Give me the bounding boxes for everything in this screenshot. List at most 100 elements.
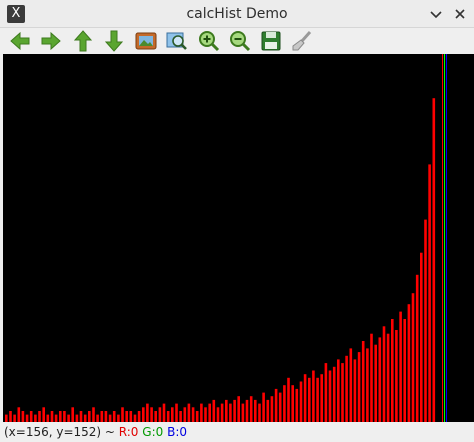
histogram-bar — [83, 414, 87, 422]
histogram-bar — [150, 407, 153, 422]
histogram-bar — [21, 411, 25, 422]
arrow-up-icon — [73, 30, 93, 52]
histogram-bar — [407, 304, 411, 422]
histogram-bar — [5, 414, 8, 422]
histogram-bar — [249, 396, 253, 422]
histogram-bar — [278, 392, 282, 422]
zoom-in-icon — [199, 31, 220, 52]
green-value: G:0 — [142, 425, 164, 439]
zoom-out-button[interactable] — [228, 29, 252, 53]
histogram-bar — [63, 411, 66, 422]
histogram-bar — [303, 374, 307, 422]
window-title: calcHist Demo — [186, 6, 288, 22]
histogram-bar — [75, 414, 79, 422]
histogram-bar — [225, 399, 228, 422]
pan-down-button[interactable] — [102, 29, 126, 53]
histogram-bar — [38, 411, 41, 422]
histogram-bar — [25, 414, 29, 422]
app-window: X calcHist Demo (x=156, y=152) ~ R:0 G:0… — [0, 0, 474, 442]
histogram-bar — [386, 333, 390, 422]
histogram-canvas[interactable] — [3, 54, 474, 422]
red-value: R:0 — [118, 425, 139, 439]
histogram-bar — [187, 403, 191, 422]
histogram-bar — [395, 330, 398, 422]
histogram-bar — [104, 411, 108, 422]
histogram-bar — [320, 374, 323, 422]
titlebar: X calcHist Demo — [0, 0, 474, 28]
zoom-in-button[interactable] — [197, 29, 221, 53]
zoom-region-button[interactable] — [165, 29, 189, 53]
histogram-bar — [403, 319, 406, 422]
histogram-bar — [137, 411, 141, 422]
histogram-bar — [308, 377, 311, 422]
histogram-bar — [13, 414, 16, 422]
histogram-bar — [241, 403, 245, 422]
histogram-bar — [411, 293, 415, 422]
histogram-bar — [121, 407, 124, 422]
histogram-bar — [274, 388, 278, 422]
histogram-bar — [59, 411, 62, 422]
histogram-bar — [158, 407, 162, 422]
save-icon — [261, 31, 281, 51]
histogram-bar — [432, 98, 436, 422]
histogram-bar — [92, 407, 95, 422]
brush-icon — [292, 31, 312, 51]
histogram-bar — [291, 385, 294, 422]
histogram-bar — [366, 348, 369, 422]
histogram-bar — [154, 411, 157, 422]
histogram-bar — [171, 407, 174, 422]
histogram-bar — [324, 363, 328, 422]
histogram-bar — [71, 407, 74, 422]
histogram-bar — [245, 399, 249, 422]
histogram-bar — [117, 414, 120, 422]
histogram-bar — [112, 411, 116, 422]
histogram-bar — [233, 399, 236, 422]
histogram-bar — [361, 341, 365, 422]
histogram-bar — [142, 407, 145, 422]
histogram-bar — [341, 363, 344, 422]
zoom-region-icon — [166, 32, 187, 50]
pan-up-button[interactable] — [71, 29, 95, 53]
histogram-bar — [349, 348, 353, 422]
histogram-bar — [287, 377, 290, 422]
histogram-bar — [345, 355, 348, 422]
histogram-bar — [175, 403, 178, 422]
histogram-bar — [262, 392, 265, 422]
pan-left-button[interactable] — [8, 29, 32, 53]
histogram-bar — [428, 164, 431, 422]
histogram-bar — [29, 411, 33, 422]
properties-button[interactable] — [290, 29, 314, 53]
histogram-bar — [420, 252, 423, 422]
histogram-bar — [424, 219, 427, 422]
cursor-coords: (x=156, y=152) ~ — [4, 425, 119, 439]
blue-value: B:0 — [167, 425, 188, 439]
histogram-bar — [162, 403, 166, 422]
histogram-bar — [79, 411, 83, 422]
arrow-left-icon — [10, 31, 30, 51]
histogram-bar — [415, 274, 419, 422]
histogram-bar — [370, 333, 373, 422]
zoom-fit-button[interactable] — [134, 29, 158, 53]
minimize-button[interactable] — [426, 4, 446, 24]
histogram-bar — [50, 411, 54, 422]
histogram-bar — [129, 411, 133, 422]
arrow-right-icon — [41, 31, 61, 51]
histogram-bar — [200, 403, 203, 422]
histogram-bar — [316, 377, 319, 422]
histogram-bar — [125, 411, 128, 422]
pan-right-button[interactable] — [39, 29, 63, 53]
histogram-bar — [378, 337, 382, 422]
close-button[interactable] — [450, 4, 470, 24]
histogram-bar — [195, 411, 199, 422]
chevron-down-icon — [430, 11, 442, 19]
histogram-bar — [54, 414, 58, 422]
histogram-bar — [17, 407, 21, 422]
histogram-bar — [46, 414, 50, 422]
histogram-bar — [283, 385, 286, 422]
histogram-bar — [328, 370, 332, 422]
save-button[interactable] — [259, 29, 283, 53]
close-icon — [455, 9, 465, 19]
histogram-bar — [42, 407, 45, 422]
histogram-bar — [88, 411, 91, 422]
histogram-bar — [34, 414, 37, 422]
